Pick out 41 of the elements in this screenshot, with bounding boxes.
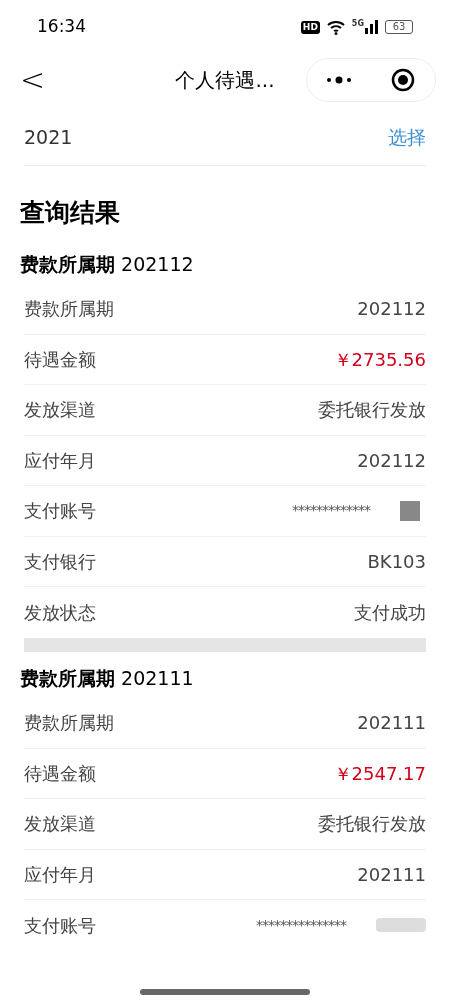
field-value: 委托银行发放 [318, 398, 426, 423]
field-label: 费款所属期 [24, 297, 114, 322]
signal-icon [365, 20, 379, 34]
field-label: 待遇金额 [24, 347, 96, 372]
field-label: 应付年月 [24, 448, 96, 473]
battery-indicator: 63 [385, 20, 413, 34]
network-label: 5G [351, 20, 364, 28]
select-button[interactable]: 选择 [388, 123, 426, 152]
field-label: 应付年月 [24, 862, 96, 887]
record-title: 费款所属期 202111 [19, 665, 195, 691]
field-label: 发放渠道 [24, 812, 96, 837]
hd-badge: HD [300, 20, 320, 34]
year-value: 2021 [24, 125, 73, 151]
back-button[interactable]: < [20, 65, 46, 95]
masked-account: ************* [292, 501, 370, 521]
wifi-icon [325, 19, 346, 35]
redaction-mark [376, 918, 426, 933]
field-label: 发放状态 [24, 600, 96, 625]
field-label: 发放渠道 [24, 398, 96, 423]
status-time: 16:34 [37, 15, 86, 39]
masked-account: *************** [256, 915, 346, 935]
amount-value: ￥2735.56 [333, 347, 426, 372]
results-heading: 查询结果 [19, 197, 121, 229]
field-value: 202112 [357, 297, 426, 322]
field-value: 202111 [357, 711, 426, 736]
amount-value: ￥2547.17 [333, 761, 426, 786]
field-label: 支付账号 [24, 499, 96, 524]
field-label: 支付账号 [24, 913, 96, 938]
field-value: 支付成功 [354, 600, 426, 625]
field-label: 待遇金额 [24, 761, 96, 786]
field-value: 202111 [357, 862, 426, 887]
field-label: 支付银行 [24, 549, 96, 574]
field-value: 委托银行发放 [318, 812, 426, 837]
record-title: 费款所属期 202112 [19, 251, 195, 277]
field-value: BK103 [367, 549, 426, 574]
redaction-mark [400, 500, 420, 521]
more-icon [326, 76, 352, 84]
field-label: 费款所属期 [24, 711, 114, 736]
page-title: 个人待遇... [175, 67, 275, 94]
field-value: 202112 [357, 448, 426, 473]
target-icon [391, 68, 415, 92]
